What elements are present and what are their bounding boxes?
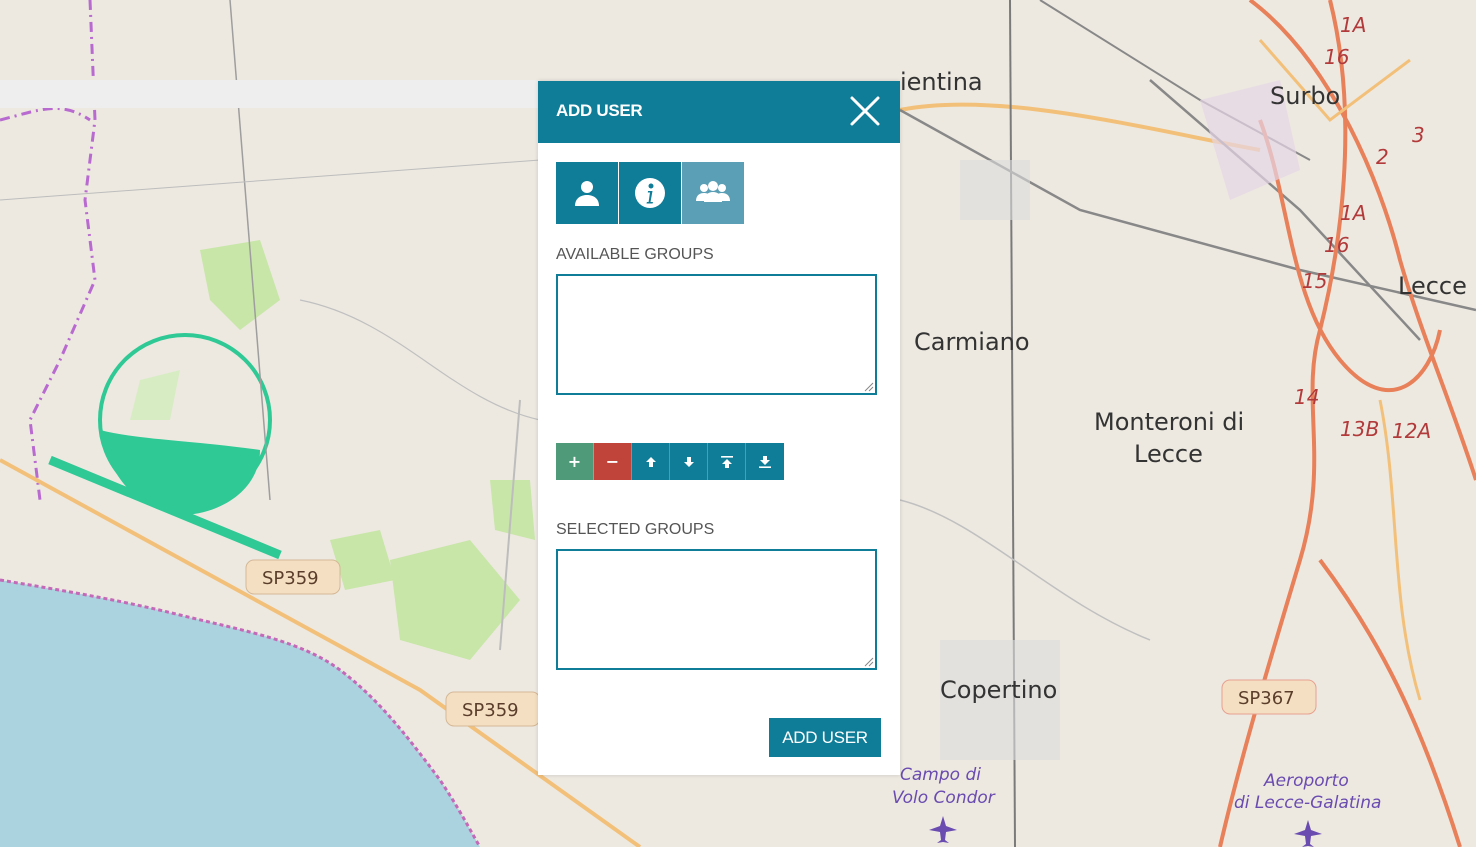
user-icon	[575, 181, 599, 206]
map-label-town: Surbo	[1270, 82, 1340, 110]
dialog-title: ADD USER	[556, 101, 643, 120]
arrow-up-icon	[645, 456, 656, 467]
move-bottom-icon	[759, 455, 771, 468]
road-shield-label: SP367	[1238, 688, 1295, 709]
map-label-town: Lecce	[1134, 440, 1203, 468]
plus-icon: +	[567, 452, 582, 471]
map-label-town: Carmiano	[914, 328, 1030, 356]
close-button[interactable]	[848, 94, 882, 128]
road-ref-label: 12A	[1392, 419, 1431, 443]
tab-user-groups[interactable]	[682, 162, 744, 224]
arrow-down-icon	[683, 456, 694, 467]
map-label-town: Monteroni di	[1094, 408, 1244, 436]
poi-label: Campo di	[900, 765, 981, 785]
remove-group-button[interactable]: −	[594, 443, 632, 480]
top-strip	[0, 80, 540, 108]
map-label-town: ientina	[900, 68, 983, 96]
group-icon	[696, 181, 730, 202]
move-down-button[interactable]	[670, 443, 708, 480]
road-ref-label: 14	[1294, 385, 1319, 409]
road-shield-label: SP359	[462, 700, 519, 721]
road-ref-label: 13B	[1340, 417, 1379, 441]
move-top-icon	[720, 455, 733, 468]
road-ref-label: 3	[1412, 123, 1425, 147]
close-icon	[850, 96, 880, 126]
move-up-button[interactable]	[632, 443, 670, 480]
poi-label: Aeroporto	[1263, 771, 1349, 791]
map-label-town: Copertino	[940, 676, 1057, 704]
available-groups-list[interactable]	[556, 274, 877, 395]
resize-grip-icon[interactable]	[864, 657, 874, 667]
group-toolbar: + −	[556, 443, 784, 480]
road-shield-label: SP359	[262, 568, 319, 589]
dialog-header: ADD USER	[538, 81, 900, 143]
road-ref-label: 16	[1324, 45, 1349, 69]
add-group-button[interactable]: +	[556, 443, 594, 480]
tab-user-details[interactable]	[556, 162, 618, 224]
map-label-town: Lecce	[1398, 272, 1467, 300]
poi-label: Volo Condor	[892, 788, 996, 808]
resize-grip-icon[interactable]	[864, 382, 874, 392]
move-top-button[interactable]	[708, 443, 746, 480]
road-ref-label: 15	[1302, 269, 1327, 293]
tab-user-info[interactable]	[619, 162, 681, 224]
selected-groups-label: SELECTED GROUPS	[556, 521, 715, 538]
tab-group	[556, 162, 745, 224]
add-user-submit-button[interactable]: ADD USER	[769, 718, 881, 757]
move-bottom-button[interactable]	[746, 443, 784, 480]
road-ref-label: 16	[1324, 233, 1349, 257]
available-groups-label: AVAILABLE GROUPS	[556, 246, 714, 263]
road-ref-label: 2	[1376, 145, 1389, 169]
road-ref-label: 1A	[1340, 13, 1366, 37]
poi-label: di Lecce-Galatina	[1234, 793, 1381, 813]
info-icon	[635, 178, 665, 208]
selected-groups-list[interactable]	[556, 549, 877, 670]
road-ref-label: 1A	[1340, 201, 1366, 225]
add-user-dialog: ADD USER AVAILABLE GROUPS + − SELECTED G…	[538, 81, 900, 775]
minus-icon: −	[605, 452, 620, 471]
